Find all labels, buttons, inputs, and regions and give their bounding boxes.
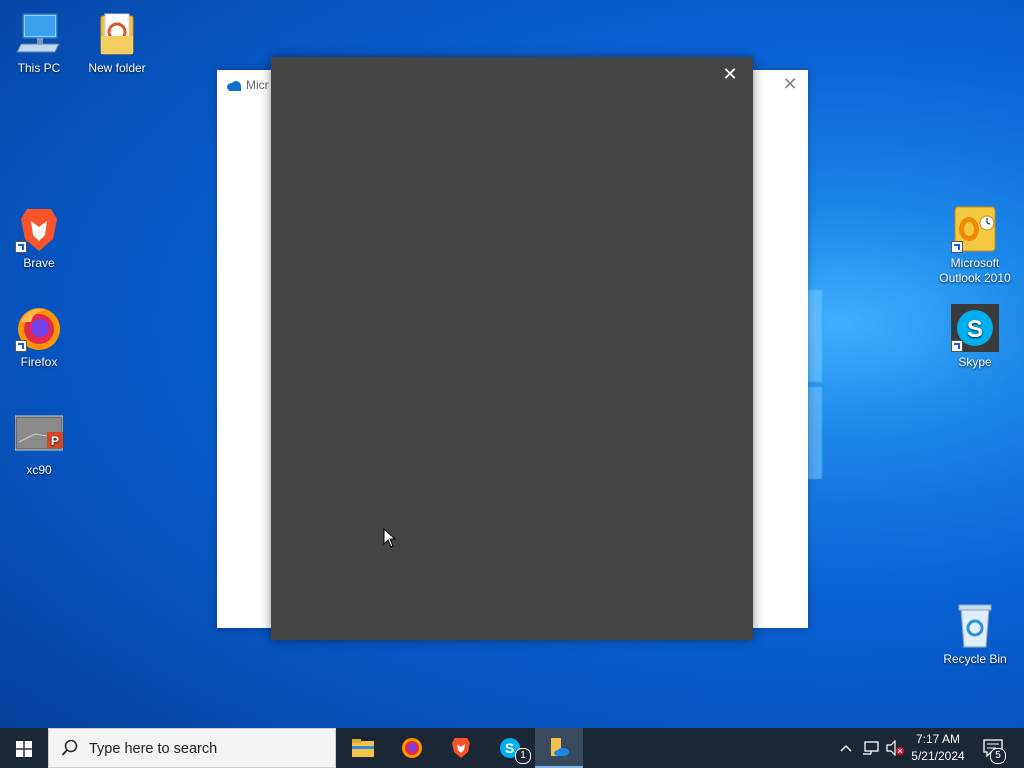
firefox-icon — [401, 737, 423, 764]
dark-dialog[interactable]: ✕ — [271, 57, 753, 640]
search-input[interactable]: Type here to search — [48, 728, 336, 768]
desktop-icon-label: Microsoft — [950, 256, 1000, 270]
windows-logo-icon — [16, 741, 32, 762]
this-pc-icon — [15, 10, 63, 58]
svg-text:S: S — [967, 316, 983, 343]
svg-text:P: P — [51, 434, 59, 448]
folder-icon — [93, 10, 141, 58]
file-explorer-icon — [352, 738, 374, 763]
shortcut-arrow-icon — [951, 340, 963, 352]
clock-time[interactable]: 7:17 AM — [905, 732, 971, 746]
taskbar-skype[interactable]: S 1 — [486, 728, 534, 768]
desktop-icon-recycle-bin[interactable]: Recycle Bin — [938, 601, 1012, 667]
notification-badge: 5 — [990, 748, 1006, 764]
desktop-icon-outlook-2010[interactable]: Microsoft Outlook 2010 — [938, 205, 1012, 286]
desktop: This PC New folder Brave Firefox P xc90 … — [0, 0, 1024, 768]
desktop-icon-label: Brave — [23, 256, 55, 270]
desktop-icon-label: Recycle Bin — [943, 652, 1007, 666]
shortcut-arrow-icon — [15, 241, 27, 253]
network-icon[interactable] — [862, 740, 880, 768]
chevron-up-icon[interactable] — [838, 740, 854, 768]
desktop-icon-label: This PC — [17, 61, 61, 75]
desktop-icon-label: Outlook 2010 — [939, 271, 1011, 285]
search-icon — [61, 739, 79, 762]
close-icon[interactable]: ✕ — [717, 63, 743, 85]
onedrive-icon — [226, 79, 242, 97]
taskbar: Type here to search S 1 7:17 AM 5/21/202… — [0, 728, 1024, 768]
desktop-icon-label: Skype — [958, 355, 992, 369]
desktop-icon-this-pc[interactable]: This PC — [2, 10, 76, 76]
taskbar-brave[interactable] — [437, 728, 485, 768]
svg-text:S: S — [505, 740, 514, 756]
clock-date[interactable]: 5/21/2024 — [905, 749, 971, 763]
onedrive-window-title: Micr — [246, 78, 269, 92]
desktop-icon-label: xc90 — [26, 463, 52, 477]
wallpaper-beam — [808, 290, 822, 382]
desktop-icon-new-folder[interactable]: New folder — [80, 10, 154, 76]
firefox-icon — [15, 304, 63, 352]
powerpoint-file-icon: P — [14, 412, 64, 460]
wallpaper-beam — [808, 387, 822, 479]
desktop-icon-xc90[interactable]: P xc90 — [2, 412, 76, 478]
desktop-icon-brave[interactable]: Brave — [2, 205, 76, 271]
taskbar-file-explorer[interactable] — [339, 728, 387, 768]
mouse-cursor-icon — [383, 527, 397, 553]
start-button[interactable] — [0, 728, 48, 768]
skype-badge: 1 — [515, 748, 531, 764]
skype-icon: S — [951, 304, 999, 352]
recycle-bin-icon — [951, 601, 999, 649]
desktop-icon-skype[interactable]: S Skype — [938, 304, 1012, 370]
outlook-icon — [951, 205, 999, 253]
desktop-icon-firefox[interactable]: Firefox — [2, 304, 76, 370]
taskbar-firefox[interactable] — [388, 728, 436, 768]
shortcut-arrow-icon — [15, 340, 27, 352]
taskbar-onedrive-setup[interactable] — [535, 728, 583, 768]
desktop-icon-label: New folder — [88, 61, 146, 75]
brave-icon — [451, 737, 471, 764]
brave-icon — [15, 205, 63, 253]
desktop-icon-label: Firefox — [20, 355, 58, 369]
shortcut-arrow-icon — [951, 241, 963, 253]
volume-muted-icon[interactable] — [885, 739, 905, 768]
close-icon[interactable]: ✕ — [780, 74, 800, 94]
onedrive-icon — [549, 738, 571, 763]
search-placeholder: Type here to search — [89, 741, 218, 757]
